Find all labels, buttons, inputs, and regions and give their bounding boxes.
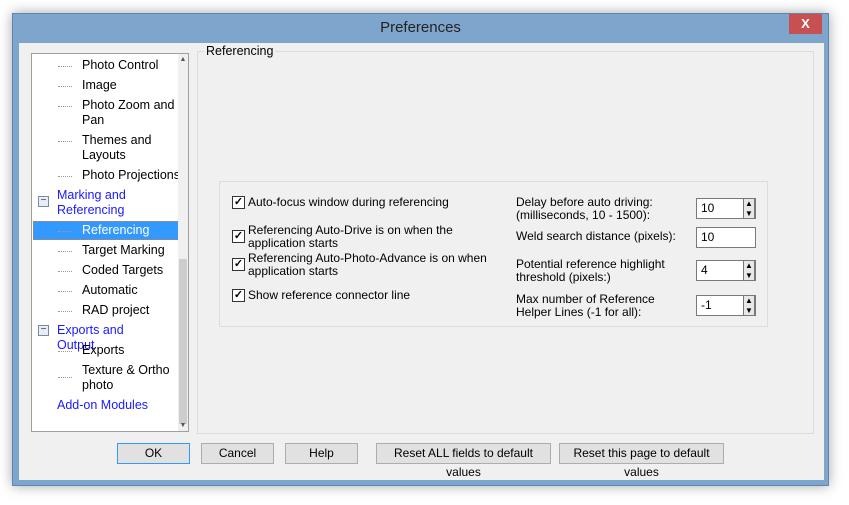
preferences-window: Preferences X Photo Control Image Photo Zo… — [12, 13, 829, 486]
tree-item[interactable]: Photo Control — [82, 58, 158, 73]
field-label: Delay before auto driving: (milliseconds… — [516, 195, 653, 222]
tree-item[interactable]: Exports — [82, 343, 124, 358]
checkbox[interactable]: ✓ — [232, 196, 245, 209]
tree-scrollbar[interactable]: ▲ ▼ — [178, 54, 188, 431]
group-title: Referencing — [204, 44, 276, 58]
checkbox[interactable]: ✓ — [232, 289, 245, 302]
spinner-arrows-icon[interactable]: ▲ ▼ — [743, 260, 755, 281]
tree-connector — [58, 251, 72, 252]
tree-connector — [58, 351, 72, 352]
dialog-client: Photo Control Image Photo Zoom and Pan Them… — [19, 43, 824, 480]
tree-connector — [58, 231, 72, 232]
tree-item[interactable]: Referencing — [82, 223, 149, 238]
tree-connector — [58, 106, 72, 107]
window-title: Preferences — [380, 19, 461, 36]
checkbox-label: Show reference connector line — [248, 288, 411, 302]
reset-page-button[interactable]: Reset this page to default values — [559, 443, 724, 479]
number-input[interactable]: 10 — [696, 227, 756, 248]
tree-connector — [58, 66, 72, 67]
tree-connector — [58, 86, 72, 87]
tree-connector — [58, 377, 72, 378]
tree-item[interactable]: Automatic — [82, 283, 138, 298]
checkbox-label: Referencing Auto-Photo-Advance is on whe… — [248, 251, 487, 278]
tree-item[interactable]: Target Marking — [82, 243, 165, 258]
tree-connector — [58, 271, 72, 272]
tree-item[interactable]: RAD project — [82, 303, 149, 318]
reset-all-button[interactable]: Reset ALL fields to default values — [376, 443, 551, 479]
ok-button[interactable]: OK — [117, 443, 190, 464]
help-button[interactable]: Help — [285, 443, 358, 464]
scroll-up-icon[interactable]: ▲ — [178, 56, 188, 63]
spinner-arrows-icon[interactable]: ▲ ▼ — [743, 198, 755, 219]
field-label: Potential reference highlight threshold … — [516, 257, 665, 284]
field-label: Max number of Reference Helper Lines (-1… — [516, 292, 655, 319]
checkbox[interactable]: ✓ — [232, 230, 245, 243]
tree-connector — [58, 291, 72, 292]
checkbox[interactable]: ✓ — [232, 258, 245, 271]
field-label: Weld search distance (pixels): — [516, 229, 676, 243]
tree-item[interactable]: Marking and Referencing — [57, 188, 147, 218]
preferences-tree[interactable]: Photo Control Image Photo Zoom and Pan Them… — [31, 53, 189, 432]
cancel-button[interactable]: Cancel — [201, 443, 274, 464]
collapse-icon[interactable]: − — [38, 196, 49, 207]
scroll-thumb[interactable] — [179, 259, 187, 424]
settings-box: ✓ Auto-focus window during referencing ✓ Re… — [219, 181, 768, 327]
tree-connector — [58, 311, 72, 312]
tree-item[interactable]: Photo Zoom and Pan — [82, 98, 177, 128]
tree-item[interactable]: Themes and Layouts — [82, 133, 177, 163]
tree-item[interactable]: Add-on Modules — [57, 398, 148, 413]
checkbox-label: Auto-focus window during referencing — [248, 195, 449, 209]
close-button[interactable]: X — [789, 14, 822, 34]
tree-item[interactable]: Coded Targets — [82, 263, 163, 278]
tree-connector — [58, 141, 72, 142]
tree-item[interactable]: Texture & Ortho photo — [82, 363, 177, 393]
tree-connector — [58, 176, 72, 177]
checkbox-label: Referencing Auto-Drive is on when the ap… — [248, 223, 453, 250]
scroll-down-icon[interactable]: ▼ — [178, 422, 188, 429]
tree-item[interactable]: Photo Projections — [82, 168, 180, 183]
collapse-icon[interactable]: − — [38, 325, 49, 336]
tree-item[interactable]: Image — [82, 78, 117, 93]
spinner-arrows-icon[interactable]: ▲ ▼ — [743, 295, 755, 316]
